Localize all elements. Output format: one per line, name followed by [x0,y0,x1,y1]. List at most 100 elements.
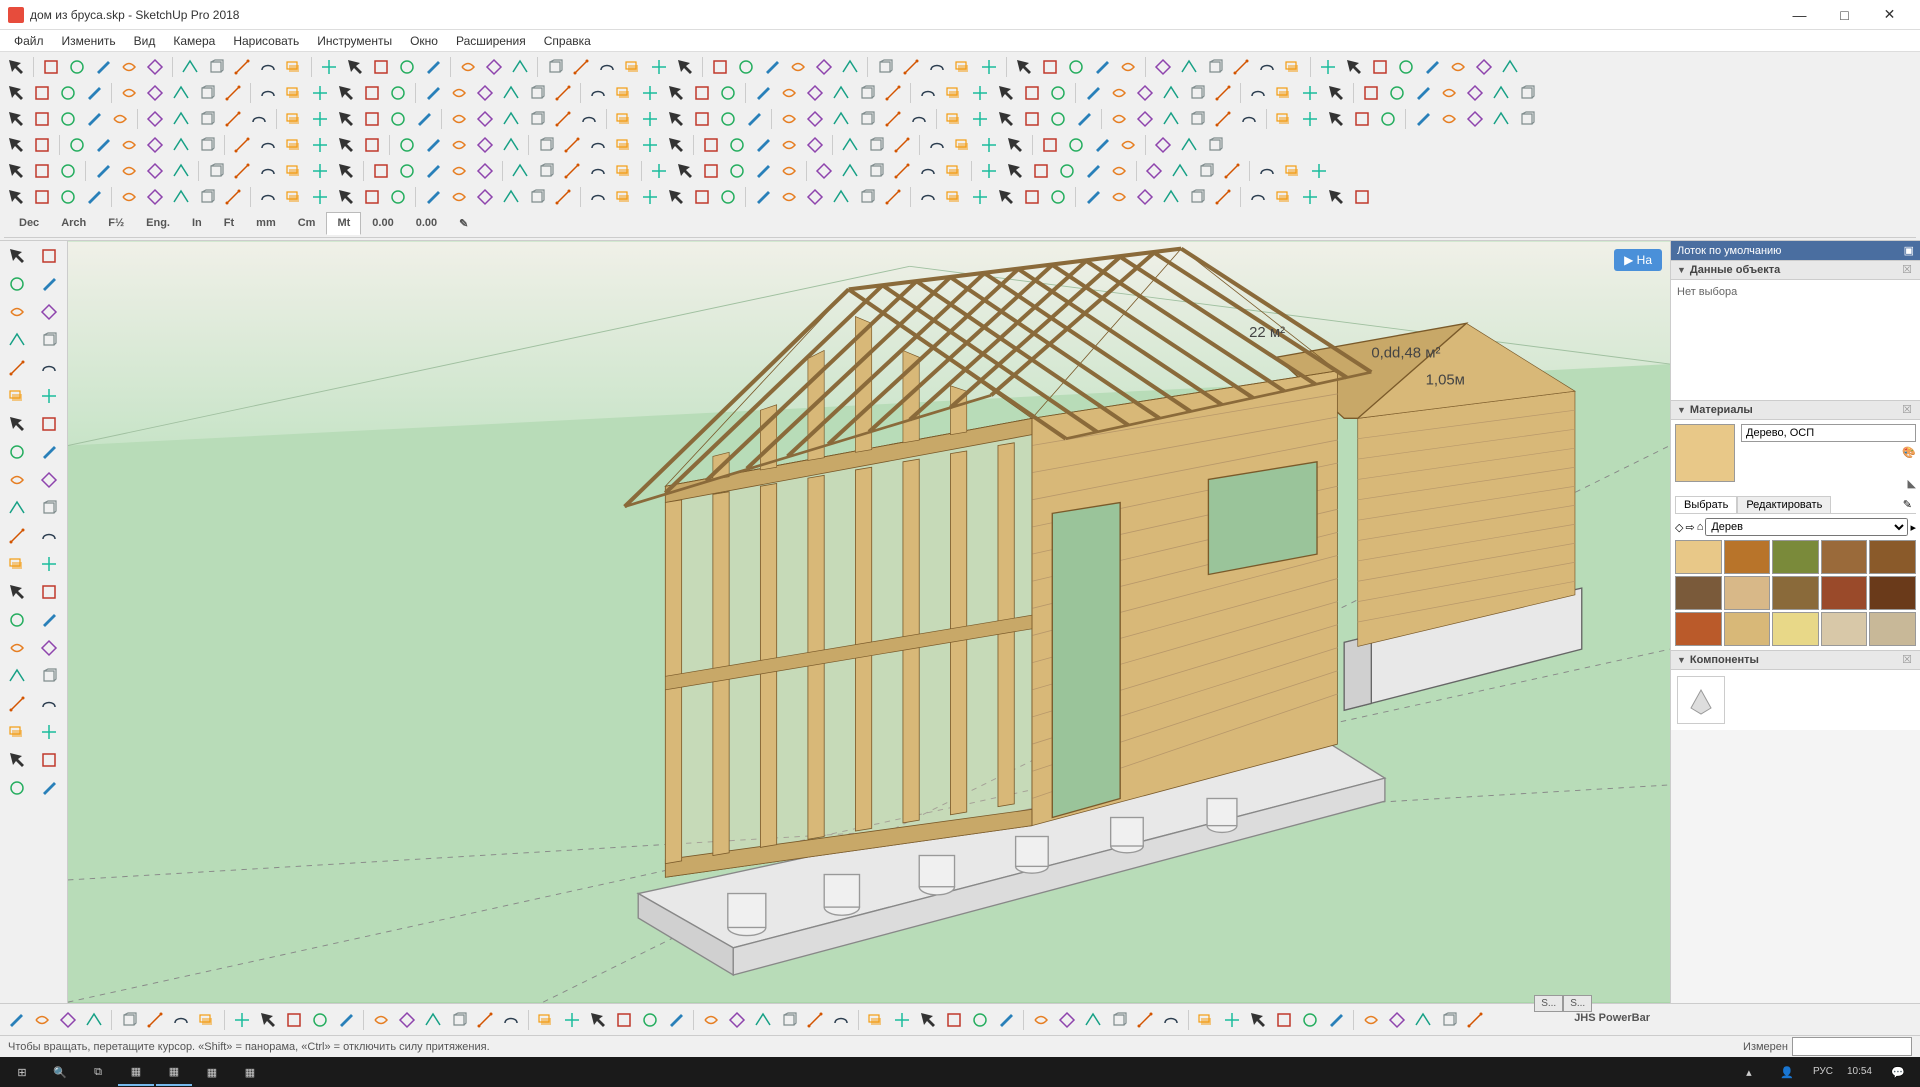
unit-tab-dec[interactable]: Dec [8,212,50,235]
toolbar-icon[interactable] [1463,81,1487,105]
toolbar-icon[interactable] [282,1008,306,1032]
material-swatch[interactable] [1772,576,1819,610]
toolbar-icon[interactable] [647,55,671,79]
toolbar-icon[interactable] [334,133,358,157]
materials-edit-tab[interactable]: Редактировать [1737,496,1831,513]
create-material-icon[interactable]: 🎨 [1902,447,1916,459]
toolbar-icon[interactable] [334,107,358,131]
toolbar-icon[interactable] [1246,1008,1270,1032]
toolbar-icon[interactable] [673,55,697,79]
toolbar-icon[interactable] [1272,1008,1296,1032]
toolbar-icon[interactable] [586,185,610,209]
material-swatch[interactable] [1675,576,1722,610]
toolbar-icon[interactable] [1316,55,1340,79]
toolbar-icon[interactable] [256,159,280,183]
toolbar-icon[interactable] [968,81,992,105]
toolbar-icon[interactable] [638,1008,662,1032]
side-tool-icon[interactable] [2,383,32,409]
toolbar-icon[interactable] [664,1008,688,1032]
toolbar-icon[interactable] [942,1008,966,1032]
toolbar-icon[interactable] [343,55,367,79]
toolbar-icon[interactable] [91,159,115,183]
toolbar-icon[interactable] [334,1008,358,1032]
toolbar-icon[interactable] [169,81,193,105]
toolbar-icon[interactable] [108,107,132,131]
toolbar-icon[interactable] [1177,55,1201,79]
toolbar-icon[interactable] [334,185,358,209]
side-tool-icon[interactable] [34,523,64,549]
toolbar-icon[interactable] [1107,159,1131,183]
side-tool-icon[interactable] [34,635,64,661]
toolbar-icon[interactable] [664,107,688,131]
toolbar-icon[interactable] [1272,81,1296,105]
side-tool-icon[interactable] [34,747,64,773]
toolbar-icon[interactable] [1055,1008,1079,1032]
toolbar-icon[interactable] [1220,159,1244,183]
side-tool-icon[interactable] [2,607,32,633]
toolbar-icon[interactable] [890,159,914,183]
toolbar-icon[interactable] [473,107,497,131]
toolbar-icon[interactable] [725,1008,749,1032]
3d-viewport[interactable]: ▶ На [68,241,1670,1003]
toolbar-icon[interactable] [386,185,410,209]
toolbar-icon[interactable] [1437,107,1461,131]
toolbar-icon[interactable] [221,185,245,209]
eyedropper-icon[interactable]: ✎ [1899,496,1916,513]
toolbar-icon[interactable] [1298,185,1322,209]
toolbar-icon[interactable] [1515,81,1539,105]
toolbar-icon[interactable] [1185,81,1209,105]
side-tool-icon[interactable] [2,243,32,269]
toolbar-icon[interactable] [4,81,28,105]
toolbar-icon[interactable] [1350,107,1374,131]
toolbar-icon[interactable] [1081,1008,1105,1032]
toolbar-icon[interactable] [968,1008,992,1032]
unit-tab-edit-icon[interactable]: ✎ [448,212,479,235]
component-preview[interactable] [1677,676,1725,724]
toolbar-icon[interactable] [525,81,549,105]
toolbar-icon[interactable] [1298,1008,1322,1032]
toolbar-icon[interactable] [1298,107,1322,131]
materials-select-tab[interactable]: Выбрать [1675,496,1737,513]
toolbar-icon[interactable] [829,107,853,131]
side-tool-icon[interactable] [2,523,32,549]
toolbar-icon[interactable] [812,55,836,79]
toolbar-icon[interactable] [143,81,167,105]
toolbar-icon[interactable] [1489,107,1513,131]
panel-close-icon[interactable]: ☒ [1900,403,1914,417]
toolbar-icon[interactable] [256,1008,280,1032]
toolbar-icon[interactable] [612,81,636,105]
toolbar-icon[interactable] [421,81,445,105]
side-tool-icon[interactable] [34,551,64,577]
toolbar-icon[interactable] [499,81,523,105]
toolbar-icon[interactable] [777,1008,801,1032]
toolbar-icon[interactable] [1003,159,1027,183]
back-icon[interactable]: ◇ [1675,521,1683,534]
toolbar-icon[interactable] [1359,1008,1383,1032]
toolbar-icon[interactable] [751,133,775,157]
toolbar-icon[interactable] [117,81,141,105]
side-tool-icon[interactable] [34,467,64,493]
toolbar-icon[interactable] [569,55,593,79]
side-tool-icon[interactable] [34,383,64,409]
toolbar-icon[interactable] [1107,1008,1131,1032]
toolbar-icon[interactable] [221,107,245,131]
taskbar-app[interactable]: ▦ [156,1058,192,1086]
toolbar-icon[interactable] [1081,81,1105,105]
toolbar-icon[interactable] [855,81,879,105]
toolbar-icon[interactable] [855,107,879,131]
toolbar-icon[interactable] [994,1008,1018,1032]
toolbar-icon[interactable] [621,55,645,79]
toolbar-icon[interactable] [195,107,219,131]
toolbar-icon[interactable] [612,185,636,209]
people-icon[interactable]: 👤 [1769,1058,1805,1086]
unit-tab-mm[interactable]: mm [245,212,287,235]
toolbar-icon[interactable] [786,55,810,79]
toolbar-icon[interactable] [204,159,228,183]
toolbar-icon[interactable] [1038,133,1062,157]
toolbar-icon[interactable] [638,107,662,131]
toolbar-icon[interactable] [1211,81,1235,105]
toolbar-icon[interactable] [1133,185,1157,209]
toolbar-icon[interactable] [143,159,167,183]
material-swatch[interactable] [1675,612,1722,646]
toolbar-icon[interactable] [951,55,975,79]
